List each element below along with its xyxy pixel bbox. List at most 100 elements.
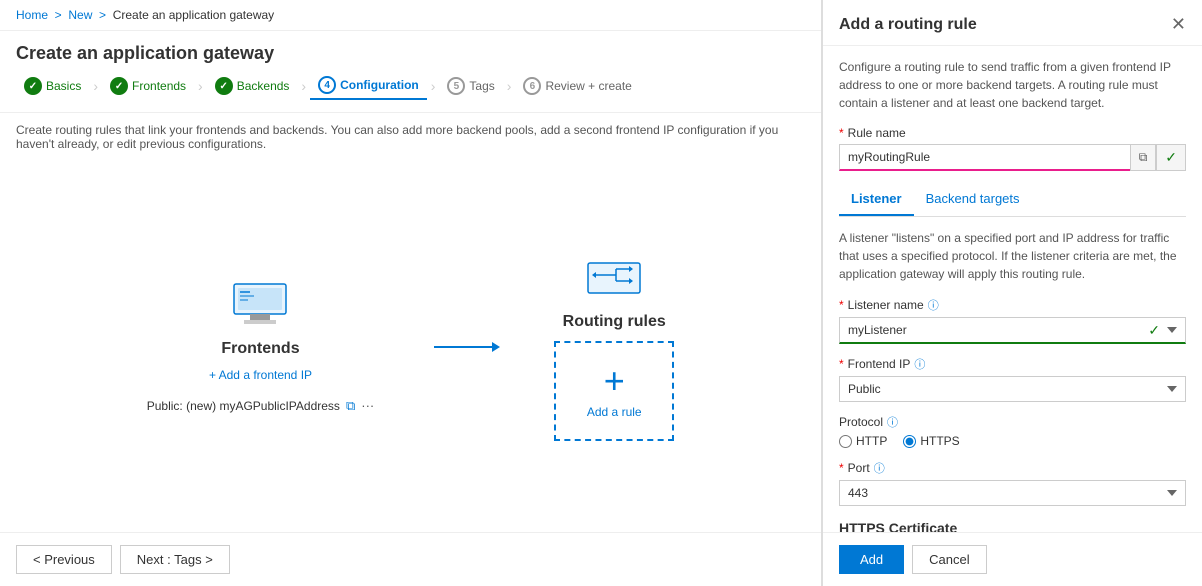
step-frontends[interactable]: ✓ Frontends bbox=[102, 73, 194, 99]
listener-name-select[interactable]: myListener bbox=[839, 317, 1186, 344]
protocol-http-radio[interactable] bbox=[839, 435, 852, 448]
breadcrumb-home[interactable]: Home bbox=[16, 8, 48, 22]
step-sep-5: › bbox=[507, 78, 512, 94]
add-button[interactable]: Add bbox=[839, 545, 904, 574]
port-info-icon[interactable]: ⓘ bbox=[874, 460, 885, 476]
panel-tabs: Listener Backend targets bbox=[839, 183, 1186, 217]
protocol-label-text: Protocol bbox=[839, 415, 883, 429]
step-sep-3: › bbox=[301, 78, 306, 94]
port-label-text: Port bbox=[848, 461, 870, 475]
step-icon-backends: ✓ bbox=[215, 77, 233, 95]
tab-backend-targets[interactable]: Backend targets bbox=[914, 183, 1032, 216]
arrow-shape bbox=[434, 346, 494, 348]
rule-name-field: ⧉ ✓ bbox=[839, 144, 1186, 171]
frontends-label: Frontends bbox=[221, 340, 299, 358]
https-cert-heading: HTTPS Certificate bbox=[839, 520, 1186, 532]
step-label-frontends: Frontends bbox=[132, 79, 186, 93]
listener-description: A listener "listens" on a specified port… bbox=[839, 229, 1186, 283]
breadcrumb: Home > New > Create an application gatew… bbox=[0, 0, 821, 31]
panel-title: Add a routing rule bbox=[839, 16, 977, 34]
routing-rules-box: Routing rules + Add a rule bbox=[554, 253, 674, 441]
add-frontend-link[interactable]: + Add a frontend IP bbox=[209, 368, 312, 382]
frontend-ip-group: * Frontend IP ⓘ Public bbox=[839, 356, 1186, 402]
required-mark-3: * bbox=[839, 357, 844, 371]
cancel-button[interactable]: Cancel bbox=[912, 545, 986, 574]
step-icon-configuration: 4 bbox=[318, 76, 336, 94]
main-content: Frontends + Add a frontend IP Public: (n… bbox=[0, 161, 821, 532]
listener-name-group: * Listener name ⓘ myListener ✓ bbox=[839, 297, 1186, 344]
frontends-icon bbox=[230, 280, 290, 330]
step-icon-review: 6 bbox=[523, 77, 541, 95]
add-rule-label: Add a rule bbox=[587, 405, 642, 419]
step-sep-2: › bbox=[198, 78, 203, 94]
step-icon-frontends: ✓ bbox=[110, 77, 128, 95]
listener-name-label: * Listener name ⓘ bbox=[839, 297, 1186, 313]
close-button[interactable]: ✕ bbox=[1171, 14, 1186, 35]
protocol-https-option[interactable]: HTTPS bbox=[903, 434, 959, 448]
step-basics[interactable]: ✓ Basics bbox=[16, 73, 89, 99]
listener-name-field: myListener ✓ bbox=[839, 317, 1186, 344]
copy-icon[interactable]: ⧉ bbox=[346, 398, 355, 414]
rule-name-check-btn[interactable]: ✓ bbox=[1156, 144, 1186, 171]
panel-header: Add a routing rule ✕ bbox=[823, 0, 1202, 46]
routing-rules-icon bbox=[584, 253, 644, 303]
step-review[interactable]: 6 Review + create bbox=[515, 73, 639, 99]
more-icon[interactable]: ··· bbox=[361, 398, 374, 413]
add-rule-plus-icon: + bbox=[604, 363, 625, 399]
steps-nav: ✓ Basics › ✓ Frontends › ✓ Backends › 4 … bbox=[0, 72, 821, 113]
step-label-configuration: Configuration bbox=[340, 78, 419, 92]
rule-name-copy-btn[interactable]: ⧉ bbox=[1130, 144, 1157, 171]
frontend-ip-label-text: Frontend IP bbox=[848, 357, 911, 371]
panel-body: Configure a routing rule to send traffic… bbox=[823, 46, 1202, 532]
listener-name-info-icon[interactable]: ⓘ bbox=[928, 297, 939, 313]
flow-arrow bbox=[434, 346, 494, 348]
step-icon-tags: 5 bbox=[447, 77, 465, 95]
description: Create routing rules that link your fron… bbox=[0, 113, 821, 161]
required-mark-2: * bbox=[839, 298, 844, 312]
next-button[interactable]: Next : Tags > bbox=[120, 545, 230, 574]
protocol-https-label: HTTPS bbox=[920, 434, 959, 448]
rule-name-input[interactable] bbox=[839, 144, 1130, 171]
required-mark-4: * bbox=[839, 461, 844, 475]
add-rule-box[interactable]: + Add a rule bbox=[554, 341, 674, 441]
step-sep-1: › bbox=[93, 78, 98, 94]
step-tags[interactable]: 5 Tags bbox=[439, 73, 502, 99]
protocol-group: Protocol ⓘ HTTP HTTPS bbox=[839, 414, 1186, 448]
port-label: * Port ⓘ bbox=[839, 460, 1186, 476]
protocol-label: Protocol ⓘ bbox=[839, 414, 1186, 430]
protocol-http-option[interactable]: HTTP bbox=[839, 434, 887, 448]
port-select[interactable]: 443 bbox=[839, 480, 1186, 506]
step-backends[interactable]: ✓ Backends bbox=[207, 73, 298, 99]
frontend-ip-info-icon[interactable]: ⓘ bbox=[914, 356, 925, 372]
step-label-basics: Basics bbox=[46, 79, 81, 93]
page-title: Create an application gateway bbox=[0, 31, 821, 72]
step-configuration[interactable]: 4 Configuration bbox=[310, 72, 427, 100]
step-label-review: Review + create bbox=[545, 79, 631, 93]
rule-name-label-text: Rule name bbox=[848, 126, 906, 140]
rule-name-input-row: ⧉ ✓ bbox=[839, 144, 1186, 171]
breadcrumb-new[interactable]: New bbox=[68, 8, 92, 22]
bottom-bar: < Previous Next : Tags > bbox=[0, 532, 821, 586]
listener-name-label-text: Listener name bbox=[848, 298, 924, 312]
required-mark: * bbox=[839, 126, 844, 140]
panel-description: Configure a routing rule to send traffic… bbox=[839, 58, 1186, 112]
prev-button[interactable]: < Previous bbox=[16, 545, 112, 574]
protocol-info-icon[interactable]: ⓘ bbox=[887, 414, 898, 430]
tab-listener[interactable]: Listener bbox=[839, 183, 914, 216]
right-panel: Add a routing rule ✕ Configure a routing… bbox=[822, 0, 1202, 586]
frontends-box: Frontends + Add a frontend IP Public: (n… bbox=[147, 280, 374, 414]
step-icon-basics: ✓ bbox=[24, 77, 42, 95]
protocol-http-label: HTTP bbox=[856, 434, 887, 448]
routing-rules-label: Routing rules bbox=[563, 313, 666, 331]
step-label-tags: Tags bbox=[469, 79, 494, 93]
protocol-https-radio[interactable] bbox=[903, 435, 916, 448]
protocol-radio-group: HTTP HTTPS bbox=[839, 434, 1186, 448]
frontend-item-row: Public: (new) myAGPublicIPAddress ⧉ ··· bbox=[147, 398, 374, 414]
breadcrumb-current: Create an application gateway bbox=[113, 8, 274, 22]
frontend-ip-label: * Frontend IP ⓘ bbox=[839, 356, 1186, 372]
rule-name-group: * Rule name ⧉ ✓ bbox=[839, 126, 1186, 171]
step-sep-4: › bbox=[431, 78, 436, 94]
port-group: * Port ⓘ 443 bbox=[839, 460, 1186, 506]
frontend-ip-select[interactable]: Public bbox=[839, 376, 1186, 402]
left-panel: Home > New > Create an application gatew… bbox=[0, 0, 822, 586]
